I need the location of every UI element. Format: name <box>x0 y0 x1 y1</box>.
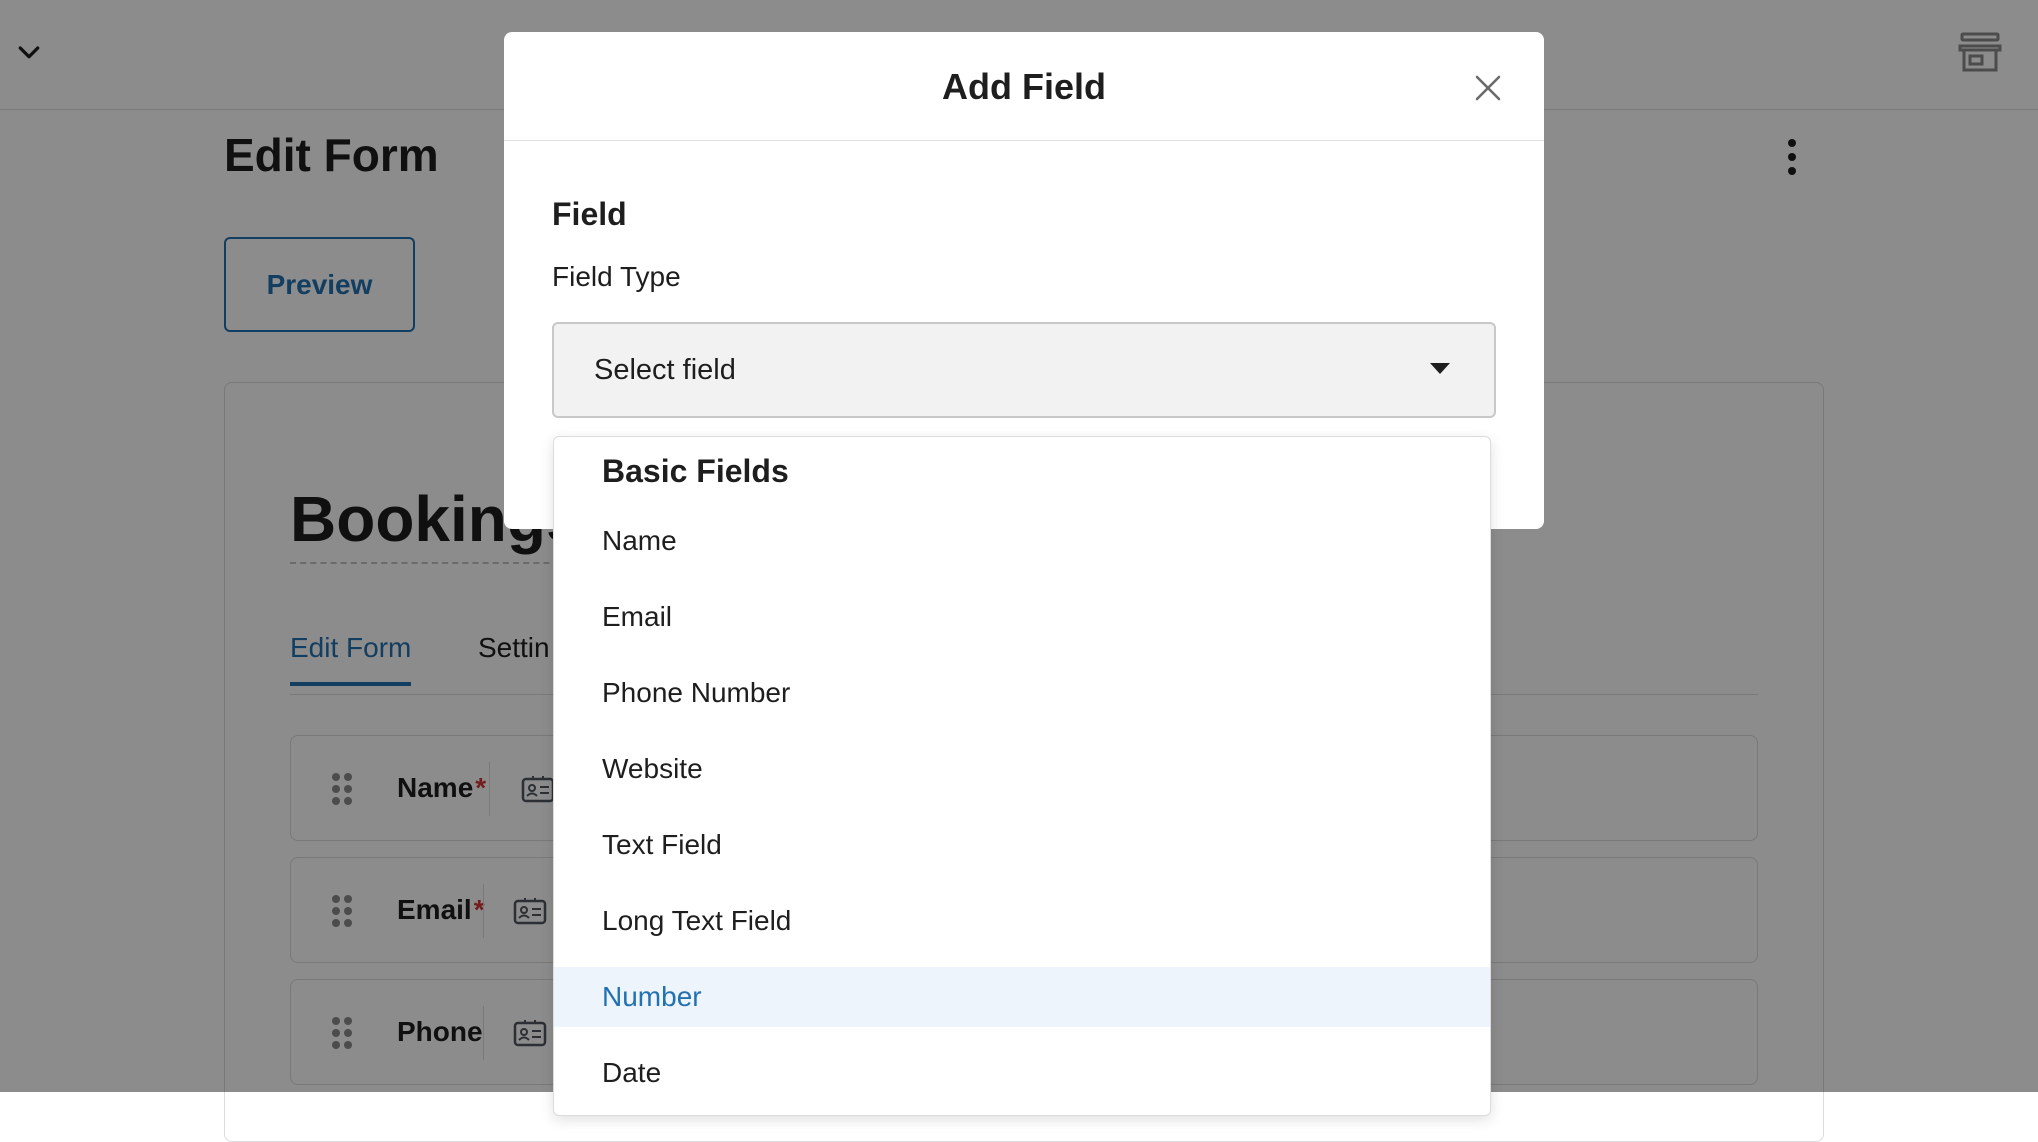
close-icon[interactable] <box>1472 72 1504 104</box>
option-name[interactable]: Name <box>554 511 1490 571</box>
field-type-select[interactable]: Select field <box>552 322 1496 418</box>
section-label: Field <box>552 196 627 232</box>
modal-title: Add Field <box>942 66 1106 107</box>
modal-header: Add Field <box>504 32 1544 141</box>
option-website[interactable]: Website <box>554 739 1490 799</box>
option-date[interactable]: Date <box>554 1043 1490 1103</box>
option-long-text-field[interactable]: Long Text Field <box>554 891 1490 951</box>
option-number[interactable]: Number <box>554 967 1490 1027</box>
option-phone-number[interactable]: Phone Number <box>554 663 1490 723</box>
select-value: Select field <box>594 354 736 386</box>
field-type-dropdown[interactable]: Basic Fields Name Email Phone Number Web… <box>553 436 1491 1116</box>
dropdown-group-label: Basic Fields <box>602 453 789 489</box>
caret-down-icon <box>1430 363 1450 374</box>
option-email[interactable]: Email <box>554 587 1490 647</box>
option-text-field[interactable]: Text Field <box>554 815 1490 875</box>
field-type-label: Field Type <box>552 261 681 292</box>
